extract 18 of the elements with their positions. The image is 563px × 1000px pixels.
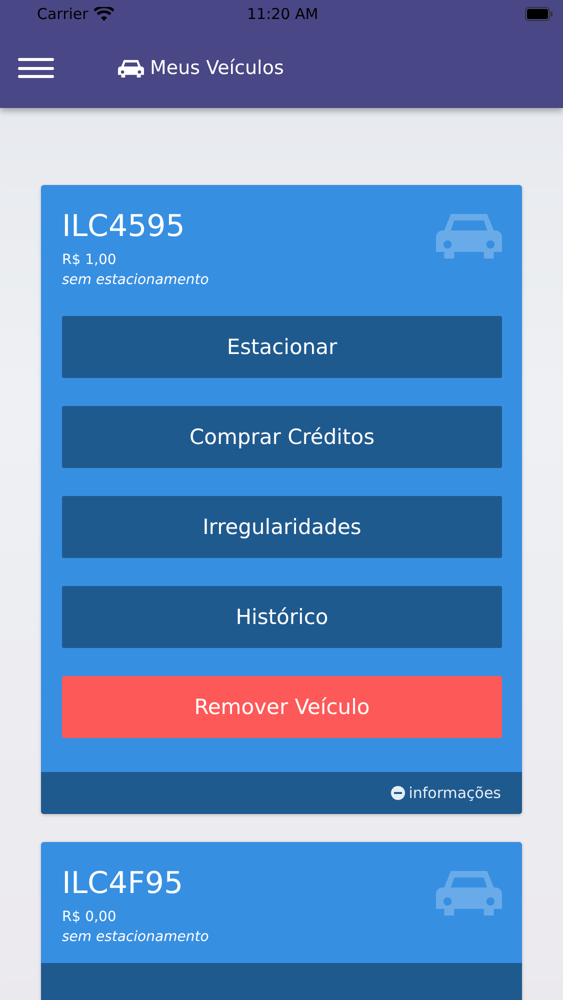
plate-number: ILC4595 (62, 209, 186, 244)
menu-button[interactable] (18, 58, 54, 78)
action-button[interactable]: Comprar Créditos (62, 406, 502, 468)
action-button[interactable]: Irregularidades (62, 496, 502, 558)
clock: 11:20 AM (247, 5, 320, 23)
balance: R$ 1,00 (62, 252, 118, 268)
carrier-label: Carrier (37, 5, 88, 23)
balance: R$ 0,00 (62, 909, 118, 925)
info-link[interactable]: informações (390, 784, 501, 802)
car-icon (118, 58, 144, 78)
parking-status: sem estacionamento (62, 929, 209, 945)
page-title: Meus Veículos (150, 57, 284, 79)
plate-number: ILC4F95 (62, 866, 184, 901)
wifi-icon (94, 7, 114, 21)
action-button[interactable]: Estacionar (62, 316, 502, 378)
action-button[interactable]: Histórico (62, 586, 502, 648)
parking-status: sem estacionamento (62, 272, 209, 288)
battery-icon (525, 7, 553, 21)
